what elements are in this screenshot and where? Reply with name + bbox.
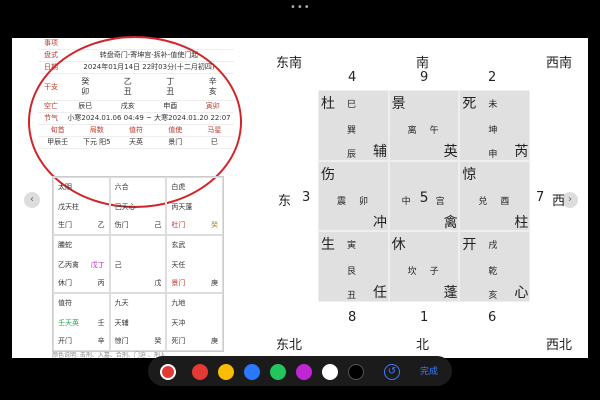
color-legend: 颜色说明: 击刑、入墓、合刑、门迫 、刑入 (52, 352, 166, 359)
left-cell-2[interactable]: 六合 己天心 伤门己 (109, 177, 167, 235)
color-purple[interactable] (296, 364, 312, 380)
left-cell-1[interactable]: 太阴 戊天柱 生门乙 (53, 177, 110, 235)
dir-northwest: 西北 (546, 338, 573, 353)
num-top-3: 2 (488, 70, 497, 85)
markup-toolbar: ↺ 完成 (148, 356, 452, 386)
pen-icon[interactable] (160, 364, 176, 380)
right-cell-4[interactable]: 伤 震 卯 冲 (318, 160, 389, 232)
undo-icon[interactable]: ↺ (384, 364, 400, 380)
dir-west: 西 (552, 194, 566, 209)
left-cell-9[interactable]: 九地 天冲 死门庚 (166, 293, 223, 351)
right-cell-7[interactable]: 生 寅 艮 丑 任 (318, 231, 389, 302)
num-top-1: 4 (348, 70, 357, 85)
color-blue[interactable] (244, 364, 260, 380)
top-drag-handle[interactable]: ••• (290, 2, 311, 13)
color-yellow[interactable] (218, 364, 234, 380)
dir-south: 南 (416, 56, 430, 71)
left-cell-7[interactable]: 值符 壬天英 开门壬辛 (53, 293, 110, 351)
color-white[interactable] (322, 364, 338, 380)
dir-northeast: 东北 (276, 338, 303, 353)
num-top-2: 9 (420, 70, 429, 85)
right-cell-1[interactable]: 杜 巳 巽 辰 辅 (318, 90, 389, 161)
left-cell-3[interactable]: 白虎 丙天蓬 杜门癸 (166, 177, 223, 235)
num-bottom-1: 8 (348, 310, 357, 325)
color-red[interactable] (192, 364, 208, 380)
label-shixiang: 事项 (44, 39, 58, 47)
right-cell-9[interactable]: 开 戌 乾 亥 心 (459, 231, 530, 302)
dir-southwest: 西南 (546, 56, 573, 71)
num-mid-left: 3 (302, 190, 311, 205)
right-cell-8[interactable]: 休 坎 子 蓬 (388, 231, 460, 302)
right-cell-5[interactable]: 中 5 宫 禽 (388, 160, 460, 232)
left-cell-4[interactable]: 螣蛇 乙丙禽 休门 戊丁丙 (53, 235, 110, 293)
left-cell-5[interactable]: 己戊 (109, 235, 167, 293)
right-cell-3[interactable]: 死 未 坤 申 芮 (459, 90, 530, 161)
dir-east: 东 (278, 194, 292, 209)
prev-arrow-icon[interactable]: ‹ (24, 192, 40, 208)
right-cell-2[interactable]: 景 离 午 英 (388, 90, 460, 161)
done-button[interactable]: 完成 (420, 364, 438, 377)
num-bottom-3: 6 (488, 310, 497, 325)
num-mid-right: 7 (536, 190, 545, 205)
palace-grid-left: 太阴 戊天柱 生门乙 六合 己天心 伤门己 白虎 丙天蓬 杜门癸 螣蛇 乙丙禽 休门 戊丁丙 己戊… (52, 176, 224, 352)
left-cell-8[interactable]: 九天 天辅 惊门癸 (109, 293, 167, 351)
dir-north: 北 (416, 338, 430, 353)
color-green[interactable] (270, 364, 286, 380)
color-black[interactable] (348, 364, 364, 380)
palace-grid-right: 杜 巳 巽 辰 辅 景 离 午 英 死 未 坤 申 芮 伤 震 卯 冲 中 5 … (318, 90, 530, 302)
left-cell-6[interactable]: 玄武 天任 景门庚 (166, 235, 223, 293)
num-bottom-2: 1 (420, 310, 429, 325)
dir-southeast: 东南 (276, 56, 303, 71)
right-cell-6[interactable]: 惊 兑 酉 柱 (459, 160, 530, 232)
